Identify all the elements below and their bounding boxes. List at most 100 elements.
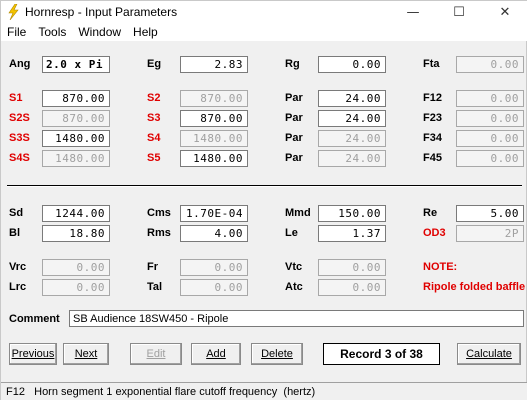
label-par-2: Par xyxy=(285,112,303,124)
label-bl: Bl xyxy=(9,227,20,239)
note-text: Ripole folded baffle xyxy=(423,281,526,293)
label-tal: Tal xyxy=(147,281,163,293)
field-atc[interactable]: 0.00 xyxy=(318,279,386,296)
label-mmd: Mmd xyxy=(285,207,311,219)
minimize-button[interactable]: — xyxy=(390,1,436,23)
field-f23[interactable]: 0.00 xyxy=(456,110,524,127)
field-rg[interactable]: 0.00 xyxy=(318,56,386,73)
title-bar: Hornresp - Input Parameters — ☐ ✕ xyxy=(1,1,527,23)
previous-button[interactable]: Previous xyxy=(9,343,57,365)
label-par-1: Par xyxy=(285,92,303,104)
delete-button-label: Delete xyxy=(261,348,293,360)
field-par-2[interactable]: 24.00 xyxy=(318,110,386,127)
label-eg: Eg xyxy=(147,58,162,70)
label-vrc: Vrc xyxy=(9,261,27,273)
label-rms: Rms xyxy=(147,227,171,239)
label-s4: S4 xyxy=(147,132,161,144)
label-s1: S1 xyxy=(9,92,23,104)
field-s5[interactable]: 1480.00 xyxy=(180,150,248,167)
label-fta: Fta xyxy=(423,58,440,70)
field-s2[interactable]: 870.00 xyxy=(180,90,248,107)
field-vtc[interactable]: 0.00 xyxy=(318,259,386,276)
field-f12[interactable]: 0.00 xyxy=(456,90,524,107)
field-tal[interactable]: 0.00 xyxy=(180,279,248,296)
menu-tools[interactable]: Tools xyxy=(32,25,72,39)
add-button[interactable]: Add xyxy=(191,343,241,365)
field-f45[interactable]: 0.00 xyxy=(456,150,524,167)
label-comment: Comment xyxy=(9,313,60,325)
field-mmd[interactable]: 150.00 xyxy=(318,205,386,222)
hornresp-window: Hornresp - Input Parameters — ☐ ✕ File T… xyxy=(0,0,527,400)
previous-button-label: Previous xyxy=(11,348,55,360)
label-s5: S5 xyxy=(147,152,161,164)
field-s1[interactable]: 870.00 xyxy=(42,90,110,107)
window-title: Hornresp - Input Parameters xyxy=(25,5,178,19)
field-f34[interactable]: 0.00 xyxy=(456,130,524,147)
field-s3s[interactable]: 1480.00 xyxy=(42,130,110,147)
menu-file[interactable]: File xyxy=(1,25,32,39)
lightning-bolt-icon xyxy=(8,4,19,20)
label-s3s: S3S xyxy=(9,132,30,144)
field-s2s[interactable]: 870.00 xyxy=(42,110,110,127)
edit-button[interactable]: Edit xyxy=(130,343,182,365)
calculate-button[interactable]: Calculate xyxy=(457,343,521,365)
label-par-3: Par xyxy=(285,132,303,144)
field-eg[interactable]: 2.83 xyxy=(180,56,248,73)
field-rms[interactable]: 4.00 xyxy=(180,225,248,242)
label-s2: S2 xyxy=(147,92,161,104)
calculate-button-label: Calculate xyxy=(466,348,512,360)
note-label: NOTE: xyxy=(423,261,458,273)
add-button-label: Add xyxy=(206,348,226,360)
field-bl[interactable]: 18.80 xyxy=(42,225,110,242)
field-par-1[interactable]: 24.00 xyxy=(318,90,386,107)
label-cms: Cms xyxy=(147,207,171,219)
label-f23: F23 xyxy=(423,112,442,124)
label-fr: Fr xyxy=(147,261,158,273)
menu-window[interactable]: Window xyxy=(72,25,127,39)
label-s3: S3 xyxy=(147,112,161,124)
field-s4[interactable]: 1480.00 xyxy=(180,130,248,147)
label-re: Re xyxy=(423,207,438,219)
label-le: Le xyxy=(285,227,298,239)
field-fta[interactable]: 0.00 xyxy=(456,56,524,73)
menu-bar: File Tools Window Help xyxy=(1,23,527,41)
label-f45: F45 xyxy=(423,152,442,164)
label-par-4: Par xyxy=(285,152,303,164)
label-lrc: Lrc xyxy=(9,281,27,293)
field-par-3[interactable]: 24.00 xyxy=(318,130,386,147)
field-re[interactable]: 5.00 xyxy=(456,205,524,222)
section-divider xyxy=(7,185,522,187)
label-s2s: S2S xyxy=(9,112,30,124)
field-lrc[interactable]: 0.00 xyxy=(42,279,110,296)
menu-help[interactable]: Help xyxy=(127,25,164,39)
status-bar: F12 Horn segment 1 exponential flare cut… xyxy=(1,382,527,400)
field-cms[interactable]: 1.70E-04 xyxy=(180,205,248,222)
label-ang: Ang xyxy=(9,58,31,70)
delete-button[interactable]: Delete xyxy=(251,343,303,365)
label-od3: OD3 xyxy=(423,227,446,239)
field-le[interactable]: 1.37 xyxy=(318,225,386,242)
label-vtc: Vtc xyxy=(285,261,303,273)
status-text: F12 Horn segment 1 exponential flare cut… xyxy=(6,386,316,398)
comment-input[interactable]: SB Audience 18SW450 - Ripole xyxy=(69,310,524,327)
label-f12: F12 xyxy=(423,92,442,104)
label-sd: Sd xyxy=(9,207,24,219)
close-button[interactable]: ✕ xyxy=(482,1,527,23)
label-atc: Atc xyxy=(285,281,303,293)
field-s4s[interactable]: 1480.00 xyxy=(42,150,110,167)
field-sd[interactable]: 1244.00 xyxy=(42,205,110,222)
field-od3[interactable]: 2P xyxy=(456,225,524,242)
label-f34: F34 xyxy=(423,132,442,144)
field-par-4[interactable]: 24.00 xyxy=(318,150,386,167)
field-s3[interactable]: 870.00 xyxy=(180,110,248,127)
field-vrc[interactable]: 0.00 xyxy=(42,259,110,276)
field-fr[interactable]: 0.00 xyxy=(180,259,248,276)
maximize-button[interactable]: ☐ xyxy=(436,1,482,23)
record-indicator: Record 3 of 38 xyxy=(323,343,440,365)
label-s4s: S4S xyxy=(9,152,30,164)
label-rg: Rg xyxy=(285,58,300,70)
edit-button-label: Edit xyxy=(146,348,166,360)
next-button[interactable]: Next xyxy=(63,343,109,365)
field-ang[interactable]: 2.0 x Pi xyxy=(42,56,110,73)
next-button-label: Next xyxy=(74,348,98,360)
